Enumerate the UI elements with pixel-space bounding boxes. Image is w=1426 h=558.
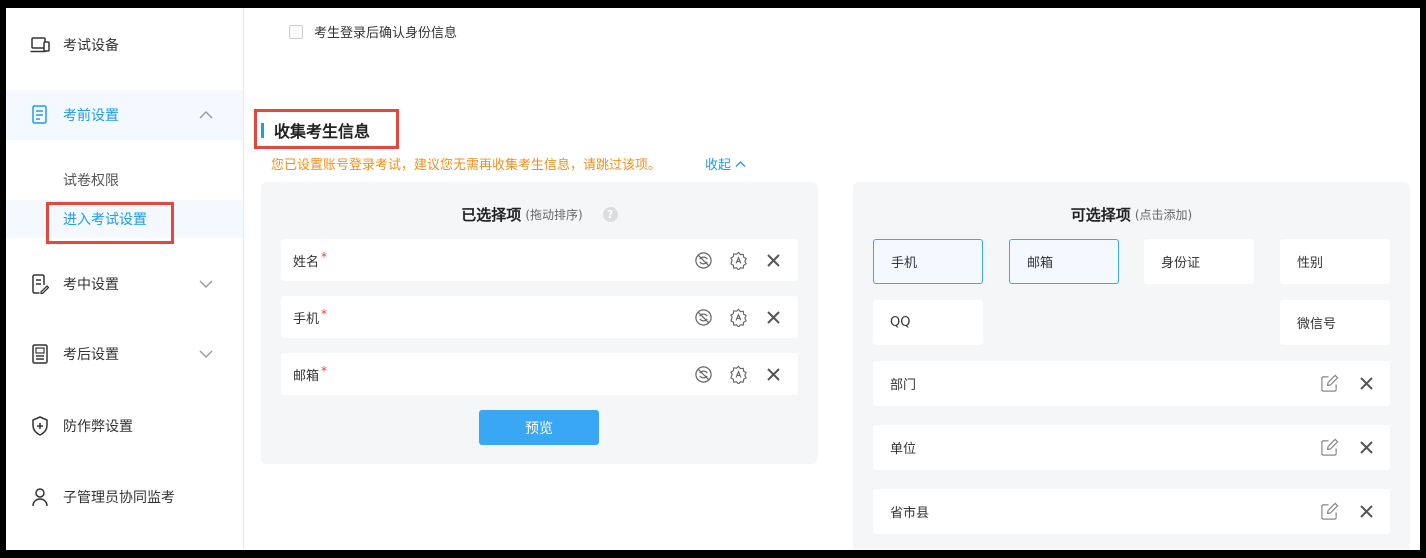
option-label: QQ <box>890 315 911 330</box>
sub-item-label: 试卷权限 <box>63 173 119 189</box>
shield-plus-icon <box>30 416 50 436</box>
selected-field-row[interactable]: 姓名 * <box>281 239 798 281</box>
panel-title-text: 已选择项 <box>461 206 522 224</box>
chevron-up-icon <box>199 108 213 122</box>
required-toggle-icon[interactable] <box>728 250 748 270</box>
selected-fields-panel: 已选择项 (拖动排序) ? 姓名 * 手机 * 邮箱 * 预览 <box>261 182 818 464</box>
section-title-text: 收集考生信息 <box>274 122 371 141</box>
panel-hint: (拖动排序) <box>525 208 583 222</box>
user-icon <box>30 487 50 507</box>
sub-item-label: 进入考试设置 <box>63 212 147 228</box>
collapse-link[interactable]: 收起 <box>705 154 746 173</box>
close-icon[interactable] <box>1356 374 1376 394</box>
option-label: 性别 <box>1297 256 1324 271</box>
hide-icon[interactable] <box>693 250 713 270</box>
chevron-up-icon <box>735 160 746 167</box>
confirm-identity-checkbox[interactable] <box>289 24 303 39</box>
option-label: 手机 <box>891 256 918 271</box>
app-frame: 考试设备 考前设置 试卷权限 进入考试设置 考中设置 考后设置 防作弊设置 子管… <box>6 8 1420 550</box>
sidebar: 考试设备 考前设置 试卷权限 进入考试设置 考中设置 考后设置 防作弊设置 子管… <box>6 8 244 550</box>
sidebar-item-label: 考试设备 <box>63 38 119 54</box>
option-id-card[interactable]: 身份证 <box>1144 239 1254 284</box>
confirm-identity-option[interactable]: 考生登录后确认身份信息 <box>289 22 457 41</box>
chevron-down-icon <box>199 347 213 361</box>
option-label: 省市县 <box>890 506 930 521</box>
required-toggle-icon[interactable] <box>728 307 748 327</box>
edit-icon[interactable] <box>1319 438 1339 458</box>
close-icon[interactable] <box>763 364 783 384</box>
sub-item-paper-permission[interactable]: 试卷权限 <box>6 161 243 199</box>
help-icon[interactable]: ? <box>602 207 618 222</box>
option-phone[interactable]: 手机 <box>873 239 983 284</box>
selected-field-row[interactable]: 邮箱 * <box>281 353 798 395</box>
option-label: 身份证 <box>1161 256 1201 271</box>
document-icon <box>30 105 50 125</box>
optional-fields-panel: 可选择项 (点击添加) 手机 邮箱 身份证 性别 QQ 微信号 部门 单位 省市… <box>853 182 1410 550</box>
sidebar-item-label: 考后设置 <box>63 347 119 363</box>
option-label: 邮箱 <box>1027 256 1054 271</box>
preview-button[interactable]: 预览 <box>479 410 599 445</box>
hide-icon[interactable] <box>693 364 713 384</box>
required-mark: * <box>321 363 328 378</box>
required-mark: * <box>321 249 328 264</box>
report-icon <box>30 344 50 364</box>
close-icon[interactable] <box>1356 502 1376 522</box>
option-label: 单位 <box>890 442 917 457</box>
panel-title-text: 可选择项 <box>1070 206 1131 224</box>
option-gender[interactable]: 性别 <box>1280 239 1390 284</box>
option-qq[interactable]: QQ <box>873 300 983 345</box>
sub-item-enter-exam-settings[interactable]: 进入考试设置 <box>6 200 243 238</box>
required-mark: * <box>321 306 328 321</box>
checkbox-label: 考生登录后确认身份信息 <box>314 26 458 41</box>
sidebar-item-during-exam[interactable]: 考中设置 <box>6 259 243 309</box>
sidebar-item-label: 子管理员协同监考 <box>63 490 175 506</box>
notice-text: 您已设置账号登录考试，建议您无需再收集考生信息，请跳过该项。 <box>271 158 662 173</box>
edit-document-icon <box>30 274 50 294</box>
selected-field-row[interactable]: 手机 * <box>281 296 798 338</box>
chevron-down-icon <box>199 277 213 291</box>
sidebar-item-anti-cheat[interactable]: 防作弊设置 <box>6 401 243 451</box>
sidebar-item-label: 考中设置 <box>63 277 119 293</box>
panel-title: 已选择项 (拖动排序) ? <box>261 204 818 225</box>
edit-icon[interactable] <box>1319 374 1339 394</box>
close-icon[interactable] <box>763 307 783 327</box>
option-email[interactable]: 邮箱 <box>1009 239 1119 284</box>
custom-field-unit[interactable]: 单位 <box>873 425 1390 470</box>
field-label: 姓名 <box>293 254 320 270</box>
sidebar-item-label: 考前设置 <box>63 108 119 124</box>
field-label: 手机 <box>293 311 320 327</box>
section-title: 收集考生信息 <box>261 118 370 142</box>
sidebar-item-pre-exam[interactable]: 考前设置 <box>6 90 243 140</box>
required-toggle-icon[interactable] <box>728 364 748 384</box>
main-content: 考生登录后确认身份信息 收集考生信息 您已设置账号登录考试，建议您无需再收集考生… <box>244 8 1420 550</box>
option-label: 微信号 <box>1297 317 1337 332</box>
sidebar-item-exam-device[interactable]: 考试设备 <box>6 20 243 70</box>
title-accent-bar <box>261 122 264 138</box>
option-wechat[interactable]: 微信号 <box>1280 300 1390 345</box>
sidebar-item-label: 防作弊设置 <box>63 419 133 435</box>
option-label: 部门 <box>890 378 917 393</box>
sidebar-item-sub-admin[interactable]: 子管理员协同监考 <box>6 472 243 522</box>
panel-title: 可选择项 (点击添加) <box>853 204 1410 225</box>
hide-icon[interactable] <box>693 307 713 327</box>
edit-icon[interactable] <box>1319 502 1339 522</box>
close-icon[interactable] <box>1356 438 1376 458</box>
close-icon[interactable] <box>763 250 783 270</box>
laptop-icon <box>30 35 50 55</box>
panel-hint: (点击添加) <box>1134 208 1193 222</box>
field-label: 邮箱 <box>293 368 320 384</box>
collapse-label: 收起 <box>705 158 732 173</box>
sidebar-item-post-exam[interactable]: 考后设置 <box>6 329 243 379</box>
custom-field-department[interactable]: 部门 <box>873 361 1390 406</box>
custom-field-province-city[interactable]: 省市县 <box>873 489 1390 534</box>
